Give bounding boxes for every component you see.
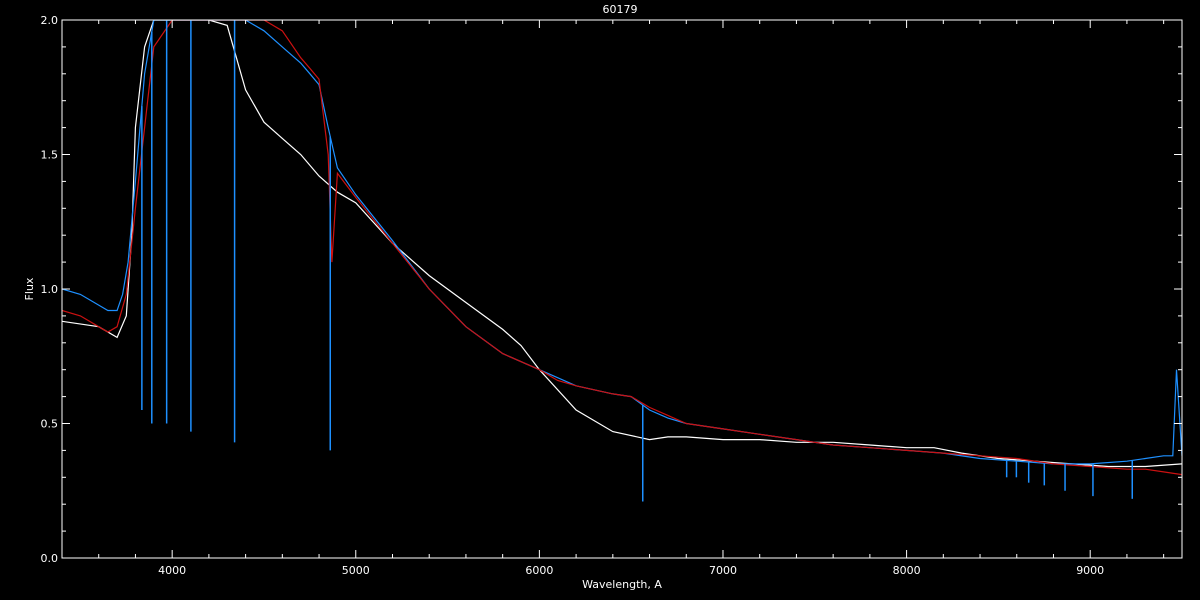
chart-title: 60179	[603, 3, 638, 16]
x-tick-label: 9000	[1076, 564, 1104, 577]
x-tick-label: 6000	[525, 564, 553, 577]
x-tick-label: 5000	[342, 564, 370, 577]
y-tick-label: 0.5	[41, 418, 59, 431]
plot-area: 4000 5000 6000 7000 8000 9000 0.0 0.5 1.0 1.5 2.0	[41, 14, 1183, 577]
y-tick-label: 2.0	[41, 14, 59, 27]
axis-ticks: 4000 5000 6000 7000 8000 9000 0.0 0.5 1.0 1.5 2.0	[41, 14, 1182, 577]
plot-frame	[61, 19, 1183, 559]
absorption-lines-layer	[141, 20, 1133, 502]
x-tick-label: 4000	[158, 564, 186, 577]
series-line-1	[62, 20, 1182, 468]
y-tick-label: 1.5	[41, 149, 59, 162]
spectrum-chart: 60179 4000 5000 6000 7000 8000 9000 0.0 0.5 1.0 1…	[23, 3, 1183, 591]
x-axis-label: Wavelength, A	[582, 578, 662, 591]
y-axis-label: Flux	[23, 277, 36, 300]
series-line-3	[62, 20, 1182, 476]
y-tick-label: 1.0	[41, 283, 59, 296]
series-layer	[62, 20, 1182, 476]
series-line-2	[62, 20, 1182, 465]
x-tick-label: 8000	[893, 564, 921, 577]
y-tick-label: 0.0	[41, 552, 59, 565]
x-tick-label: 7000	[709, 564, 737, 577]
